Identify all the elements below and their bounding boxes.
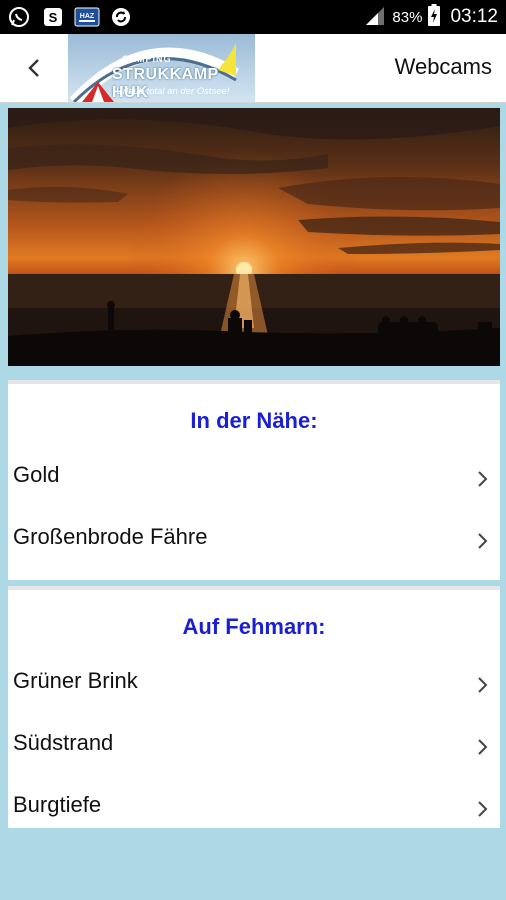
logo-line3: Urlaub total an der Ostsee! [116, 86, 230, 97]
skype-icon: S [42, 6, 64, 28]
section-fehmarn: Auf Fehmarn: Grüner Brink Südstrand Burg… [8, 586, 500, 828]
chevron-right-icon [478, 471, 488, 487]
battery-charging-icon [428, 4, 441, 30]
logo-line1: CAMPING [122, 54, 172, 64]
back-button[interactable] [18, 50, 50, 86]
battery-percentage: 83% [392, 8, 423, 26]
news-app-icon: HAZ [74, 6, 100, 28]
chevron-right-icon [478, 739, 488, 755]
section-title: In der Nähe: [190, 408, 318, 433]
signal-icon [364, 5, 386, 29]
chevron-right-icon [478, 677, 488, 693]
list-item[interactable]: Grüner Brink [8, 654, 500, 716]
chevron-right-icon [478, 533, 488, 549]
list-item-label: Großenbrode Fähre [13, 524, 208, 549]
list-item[interactable]: Gold [8, 448, 500, 510]
svg-text:S: S [49, 10, 58, 25]
chevron-right-icon [478, 801, 488, 817]
list-item-label: Gold [13, 462, 60, 487]
sunset-photo [8, 108, 500, 366]
app-bar: CAMPING STRUKKAMP HUK Urlaub total an de… [0, 34, 506, 103]
app-logo: CAMPING STRUKKAMP HUK Urlaub total an de… [68, 34, 255, 102]
section-title: Auf Fehmarn: [182, 614, 326, 639]
list-item[interactable]: Großenbrode Fähre [8, 510, 500, 572]
clock: 03:12 [450, 6, 498, 27]
sync-icon [110, 6, 132, 28]
list-item[interactable]: Burgtiefe [8, 778, 500, 834]
list-item-label: Südstrand [13, 730, 114, 755]
section-nearby: In der Nähe: Gold Großenbrode Fähre [8, 380, 500, 580]
svg-text:HAZ: HAZ [80, 13, 95, 20]
list-item-label: Burgtiefe [13, 792, 102, 817]
status-bar: S HAZ 83% 03:12 [0, 0, 506, 34]
list-item-label: Grüner Brink [13, 668, 138, 693]
whatsapp-icon [8, 6, 30, 28]
page-title: Webcams [394, 54, 492, 79]
list-item[interactable]: Südstrand [8, 716, 500, 778]
chevron-left-icon [28, 59, 39, 77]
